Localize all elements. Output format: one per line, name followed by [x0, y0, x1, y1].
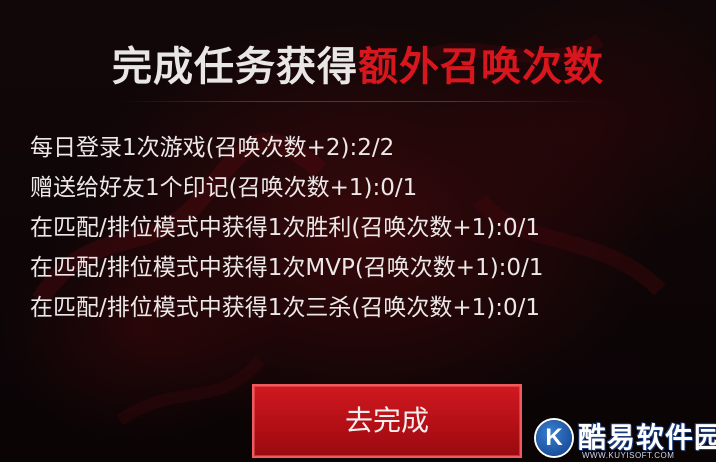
watermark-name: 酷易软件园	[578, 421, 716, 454]
task-item-daily-login: 每日登录1次游戏(召唤次数+2):2/2	[30, 135, 395, 161]
task-item-win-match: 在匹配/排位模式中获得1次胜利(召唤次数+1):0/1	[30, 215, 540, 241]
site-watermark: K 酷易软件园 WWW.KUYISOFT.COM	[534, 416, 716, 462]
task-item-gift-friend: 赠送给好友1个印记(召唤次数+1):0/1	[30, 175, 418, 201]
page-title: 完成任务获得额外召唤次数	[0, 34, 716, 92]
title-red-part: 额外召唤次数	[358, 44, 604, 90]
title-white-part: 完成任务获得	[112, 44, 358, 90]
task-list: 每日登录1次游戏(召唤次数+2):2/2 赠送给好友1个印记(召唤次数+1):0…	[30, 128, 543, 328]
go-complete-button[interactable]: 去完成	[252, 384, 522, 458]
task-item-triple-kill: 在匹配/排位模式中获得1次三杀(召唤次数+1):0/1	[30, 295, 540, 321]
title-divider	[118, 101, 596, 102]
watermark-logo-icon: K	[536, 420, 572, 456]
task-item-get-mvp: 在匹配/排位模式中获得1次MVP(召唤次数+1):0/1	[30, 255, 544, 281]
watermark-url: WWW.KUYISOFT.COM	[582, 451, 675, 460]
